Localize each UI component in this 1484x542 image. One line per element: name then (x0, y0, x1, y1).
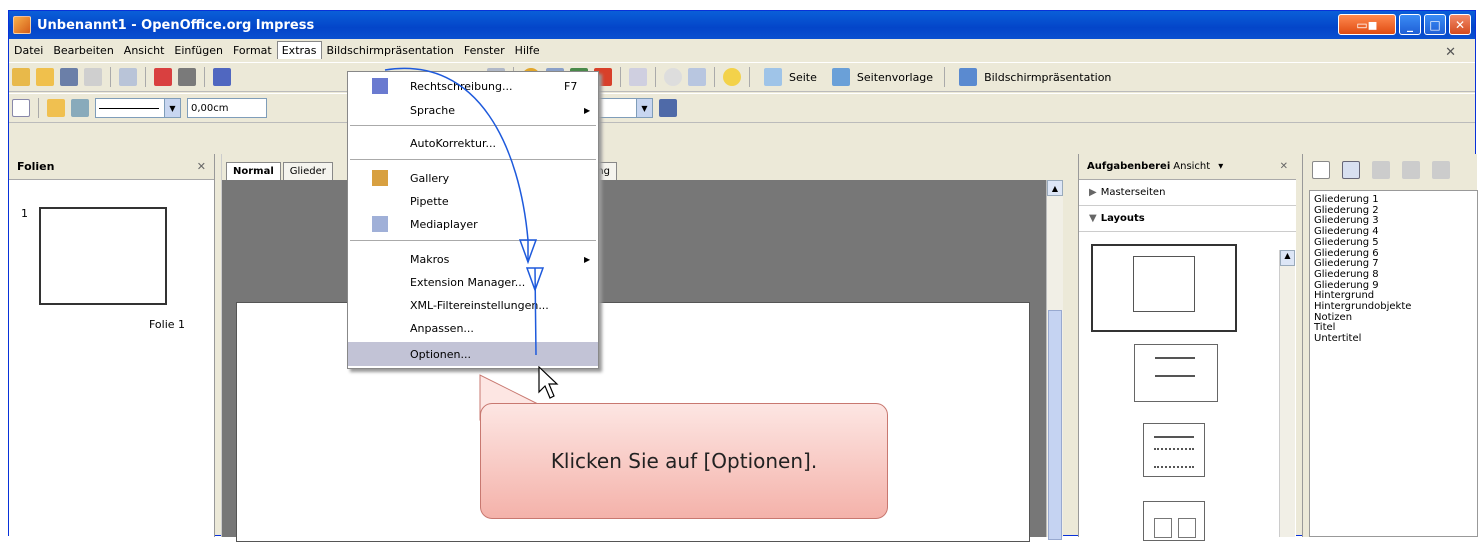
callout-text: Klicken Sie auf [Optionen]. (550, 449, 818, 473)
instruction-callout: Klicken Sie auf [Optionen]. (480, 403, 888, 519)
guide-arrow-path (384, 67, 537, 356)
mouse-pointer-icon (538, 366, 559, 399)
